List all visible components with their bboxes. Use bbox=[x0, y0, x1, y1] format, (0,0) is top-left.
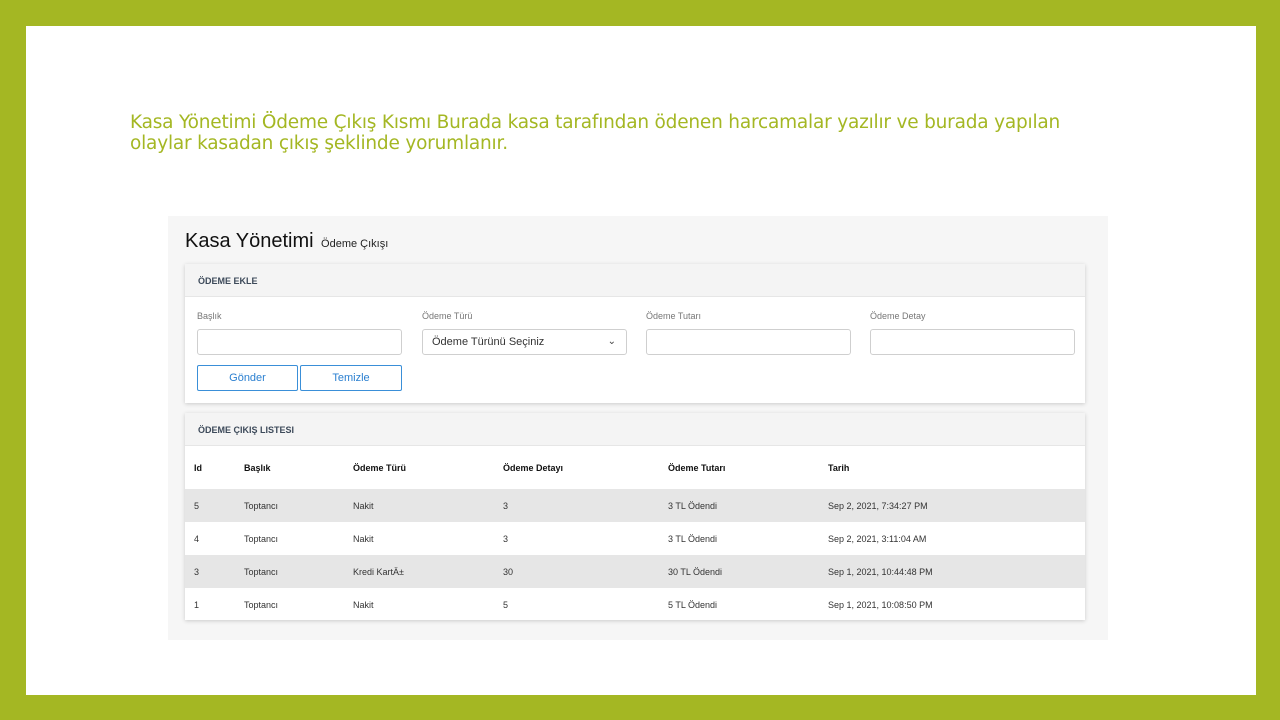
table-row[interactable]: 4 Toptancı Nakit 3 3 TL Ödendi Sep 2, 20… bbox=[185, 522, 1085, 555]
cell-payment-amount: 30 TL Ödendi bbox=[668, 566, 723, 577]
cell-payment-type: Nakit bbox=[353, 599, 374, 610]
payment-type-select-value: Ödeme Türünü Seçiniz bbox=[432, 336, 545, 348]
cell-payment-type: Kredi KartÄ± bbox=[353, 566, 404, 577]
cell-payment-detail: 3 bbox=[503, 533, 509, 544]
payment-list-card: ÖDEME ÇIKIŞ LISTESI Id Başlık Ödeme Türü… bbox=[185, 413, 1085, 620]
page-title-main: Kasa Yönetimi bbox=[185, 230, 314, 252]
payment-amount-label: Ödeme Tutarı bbox=[646, 311, 702, 321]
cell-date: Sep 1, 2021, 10:08:50 PM bbox=[828, 599, 933, 610]
col-id: Id bbox=[194, 462, 202, 473]
payment-amount-input[interactable] bbox=[646, 329, 851, 355]
col-payment-type: Ödeme Türü bbox=[353, 462, 407, 473]
cell-payment-detail: 3 bbox=[503, 500, 509, 511]
col-payment-detail: Ödeme Detayı bbox=[503, 462, 564, 473]
chevron-down-icon: ⌄ bbox=[607, 336, 616, 347]
title-input[interactable] bbox=[197, 329, 402, 355]
payment-type-select[interactable]: Ödeme Türünü Seçiniz ⌄ bbox=[422, 329, 627, 355]
slide: Kasa Yönetimi Ödeme Çıkış Kısmı Burada k… bbox=[26, 26, 1256, 695]
cell-title: Toptancı bbox=[244, 566, 279, 577]
payment-detail-label: Ödeme Detay bbox=[870, 311, 926, 321]
payment-type-label: Ödeme Türü bbox=[422, 311, 473, 321]
submit-button[interactable]: Gönder bbox=[197, 365, 298, 391]
table-header-row: Id Başlık Ödeme Türü Ödeme Detayı Ödeme … bbox=[185, 446, 1085, 489]
cell-payment-amount: 3 TL Ödendi bbox=[668, 533, 718, 544]
cell-id: 4 bbox=[194, 533, 200, 544]
add-payment-header: ÖDEME EKLE bbox=[185, 264, 1085, 297]
cell-payment-type: Nakit bbox=[353, 500, 374, 511]
cell-payment-amount: 5 TL Ödendi bbox=[668, 599, 718, 610]
cell-payment-amount: 3 TL Ödendi bbox=[668, 500, 718, 511]
col-payment-amount: Ödeme Tutarı bbox=[668, 462, 726, 473]
page-subtitle: Ödeme Çıkışı bbox=[321, 238, 389, 250]
slide-description: Kasa Yönetimi Ödeme Çıkış Kısmı Burada k… bbox=[130, 112, 1061, 154]
cell-payment-detail: 5 bbox=[503, 599, 509, 610]
payment-table: Id Başlık Ödeme Türü Ödeme Detayı Ödeme … bbox=[185, 446, 1085, 621]
cell-date: Sep 1, 2021, 10:44:48 PM bbox=[828, 566, 933, 577]
cell-payment-detail: 30 bbox=[503, 566, 514, 577]
payment-list-header: ÖDEME ÇIKIŞ LISTESI bbox=[185, 413, 1085, 446]
col-title: Başlık bbox=[244, 462, 271, 473]
cell-payment-type: Nakit bbox=[353, 533, 374, 544]
clear-button[interactable]: Temizle bbox=[300, 365, 402, 391]
page-title: Kasa Yönetimi Ödeme Çıkışı bbox=[185, 230, 388, 253]
app-screenshot: Kasa Yönetimi Ödeme Çıkışı ÖDEME EKLE Ba… bbox=[168, 216, 1108, 640]
table-row[interactable]: 1 Toptancı Nakit 5 5 TL Ödendi Sep 1, 20… bbox=[185, 588, 1085, 621]
cell-title: Toptancı bbox=[244, 533, 279, 544]
cell-title: Toptancı bbox=[244, 599, 279, 610]
cell-id: 1 bbox=[194, 599, 200, 610]
cell-date: Sep 2, 2021, 3:11:04 AM bbox=[828, 533, 927, 544]
cell-id: 5 bbox=[194, 500, 200, 511]
col-date: Tarih bbox=[828, 462, 850, 473]
table-row[interactable]: 3 Toptancı Kredi KartÄ± 30 30 TL Ödendi … bbox=[185, 555, 1085, 588]
cell-date: Sep 2, 2021, 7:34:27 PM bbox=[828, 500, 928, 511]
cell-id: 3 bbox=[194, 566, 200, 577]
add-payment-card: ÖDEME EKLE Başlık Ödeme Türü Ödeme Türün… bbox=[185, 264, 1085, 403]
table-row[interactable]: 5 Toptancı Nakit 3 3 TL Ödendi Sep 2, 20… bbox=[185, 489, 1085, 522]
payment-detail-input[interactable] bbox=[870, 329, 1075, 355]
title-field-label: Başlık bbox=[197, 311, 222, 321]
cell-title: Toptancı bbox=[244, 500, 279, 511]
